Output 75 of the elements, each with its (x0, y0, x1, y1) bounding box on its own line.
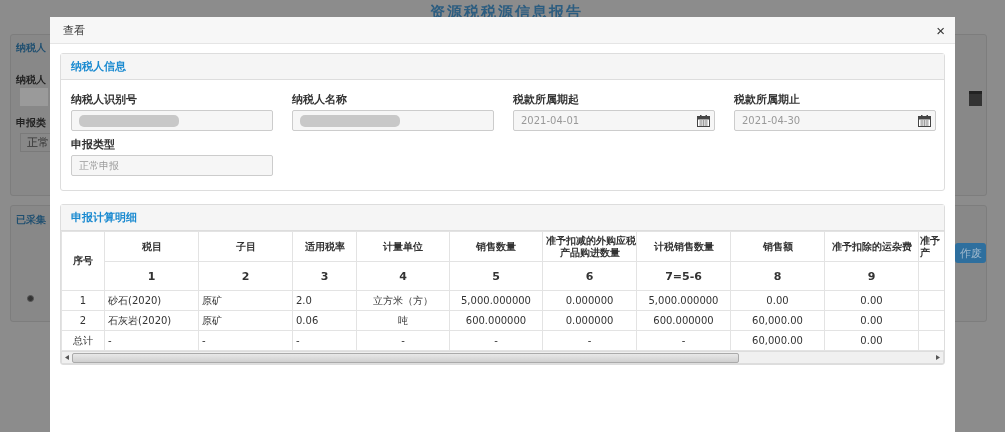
column-header: 计税销售数量 (636, 231, 731, 262)
column-number: 1 (104, 261, 199, 291)
radio-button[interactable] (27, 295, 34, 302)
table-cell: - (356, 330, 450, 351)
column-number: 2 (198, 261, 293, 291)
table-cell: 总计 (61, 330, 105, 351)
horizontal-scrollbar[interactable] (61, 351, 944, 364)
table-cell: 原矿 (198, 310, 293, 331)
field-label: 纳税人 (16, 73, 46, 87)
table-cell: 0.00 (824, 290, 919, 311)
column-number: 8 (730, 261, 825, 291)
table-cell: 石灰岩(2020) (104, 310, 199, 331)
column-header: 准予 产 (918, 231, 944, 262)
dialog-title: 查看 (63, 22, 85, 38)
scroll-left-icon[interactable] (65, 355, 69, 360)
table-cell: 1 (61, 290, 105, 311)
column-header: 适用税率 (292, 231, 357, 262)
table-cell: - (542, 330, 637, 351)
redacted-field[interactable] (292, 110, 494, 131)
field-label: 税款所属期止 (734, 92, 801, 107)
scroll-right-icon[interactable] (936, 355, 940, 360)
input-field[interactable]: 正常申报 (71, 155, 273, 176)
column-number: 4 (356, 261, 450, 291)
close-button[interactable]: × (936, 22, 945, 38)
table-cell: - (292, 330, 357, 351)
table-cell: 2.0 (292, 290, 357, 311)
table-cell: 600.000000 (449, 310, 543, 331)
redacted-field[interactable] (71, 110, 273, 131)
table-cell: 0.000000 (542, 290, 637, 311)
table-cell: 2 (61, 310, 105, 331)
table-cell: 原矿 (198, 290, 293, 311)
column-number: 9 (824, 261, 919, 291)
field-label: 纳税人名称 (292, 92, 348, 107)
table-cell: - (636, 330, 731, 351)
column-header: 销售额 (730, 231, 825, 262)
table-cell: 5,000.000000 (636, 290, 731, 311)
panel-title: 申报计算明细 (71, 210, 137, 225)
field-label: 纳税人识别号 (71, 92, 138, 107)
column-header: 准予扣除的运杂费 (824, 231, 919, 262)
table-cell: 0.000000 (542, 310, 637, 331)
field-label: 税款所属期起 (513, 92, 580, 107)
column-header: 子目 (198, 231, 293, 262)
panel-title: 已采集 (16, 213, 46, 227)
table-cell: 0.00 (730, 290, 825, 311)
table-cell: - (104, 330, 199, 351)
table-cell: 5,000.000000 (449, 290, 543, 311)
column-number: 3 (292, 261, 357, 291)
table-cell: 立方米（方） (356, 290, 450, 311)
column-header: 销售数量 (449, 231, 543, 262)
column-header: 序号 (61, 231, 105, 291)
panel-title: 纳税人 (16, 41, 46, 55)
column-number: 5 (449, 261, 543, 291)
column-number: 6 (542, 261, 637, 291)
table-cell: 0.00 (824, 330, 919, 351)
field-label: 申报类型 (71, 137, 116, 152)
column-header: 计量单位 (356, 231, 450, 262)
table-cell: 0.06 (292, 310, 357, 331)
table-cell: 吨 (356, 310, 450, 331)
column-header: 税目 (104, 231, 199, 262)
date-field[interactable]: 2021-04-30 (734, 110, 936, 131)
calendar-icon[interactable] (918, 114, 931, 127)
table-cell: 60,000.00 (730, 330, 825, 351)
table-cell: 600.000000 (636, 310, 731, 331)
panel-title: 纳税人信息 (71, 59, 126, 74)
column-header: 准予扣减的外购应税 产品购进数量 (542, 231, 637, 262)
table-cell: 砂石(2020) (104, 290, 199, 311)
table-cell: - (449, 330, 543, 351)
table-cell: 60,000.00 (730, 310, 825, 331)
date-field[interactable]: 2021-04-01 (513, 110, 715, 131)
table-cell: - (198, 330, 293, 351)
table-cell: 0.00 (824, 310, 919, 331)
column-number: 7=5-6 (636, 261, 731, 291)
field-label: 申报类 (16, 116, 46, 130)
void-button[interactable]: 作废 (955, 243, 986, 263)
calendar-icon[interactable] (697, 114, 710, 127)
